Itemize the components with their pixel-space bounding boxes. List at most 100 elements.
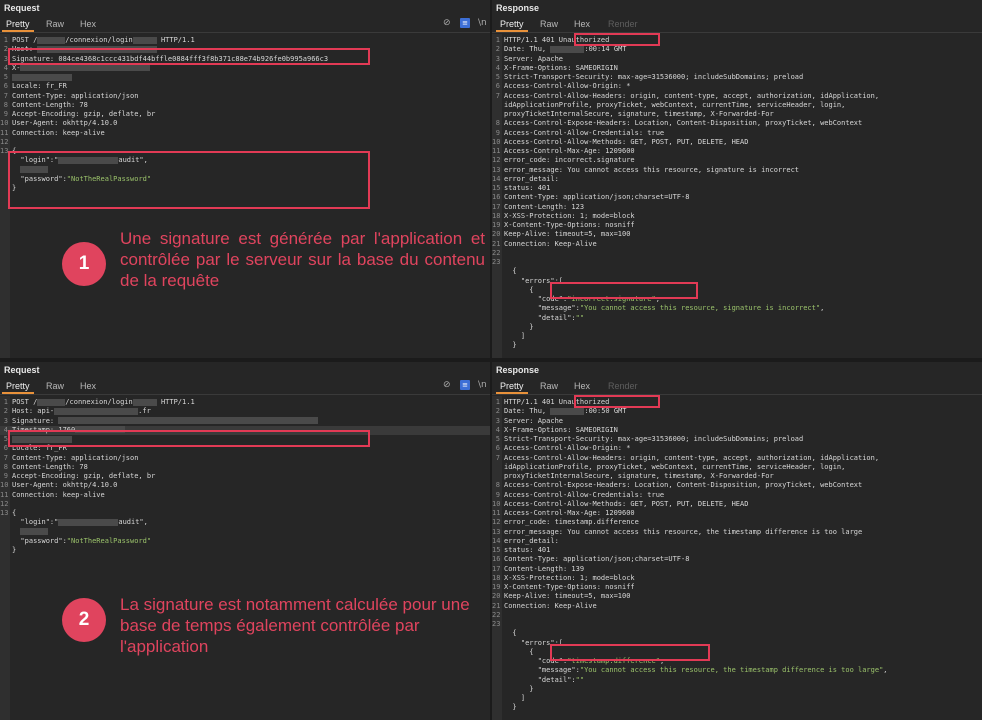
code-token: ] [504, 694, 526, 702]
code-token: Access-Control-Allow-Headers: origin, co… [504, 453, 880, 462]
line-text: Access-Control-Allow-Headers: origin, co… [504, 454, 879, 463]
line-number: 5 [495, 435, 500, 443]
code-token: "message": [504, 304, 580, 313]
panel-title: Response [496, 3, 540, 13]
line-number: 20 [492, 592, 501, 601]
tab-pretty[interactable]: Pretty [2, 19, 33, 32]
line-text: Access-Control-Allow-Methods: GET, POST,… [504, 138, 748, 147]
line-number: 9 [495, 490, 500, 499]
line-text: X-XSS-Protection: 1; mode=block [504, 212, 635, 221]
code-token: Strict-Transport-Security: max-age=31536… [504, 435, 804, 443]
hide-icon[interactable]: ⊘ [443, 380, 451, 390]
tab-raw[interactable]: Raw [540, 381, 558, 391]
code-token: HTTP/1.1 [156, 398, 195, 406]
redacted-block [12, 73, 72, 81]
line-number: 3 [495, 54, 500, 63]
string-token: "NotTheRealPassword" [66, 536, 152, 545]
response-editor[interactable]: 1 HTTP/1.1 401 Unauthorized 2 Date: Thu, :0… [492, 34, 982, 358]
code-token: Content-Length: 78 [12, 462, 88, 471]
code-token: Content-Length: 123 [504, 202, 585, 211]
line-text: Access-Control-Allow-Origin: * [504, 444, 630, 453]
line-text: { [504, 648, 533, 657]
line-number: 6 [3, 444, 8, 453]
line-number: 4 [495, 425, 500, 434]
line-number: 19 [492, 221, 501, 229]
line-text: status: 401 [504, 184, 550, 193]
line-number: 12 [0, 499, 9, 508]
tab-pretty[interactable]: Pretty [496, 19, 527, 32]
redacted-block [132, 398, 157, 406]
line-text: Strict-Transport-Security: max-age=31536… [504, 435, 803, 444]
line-number: 2 [3, 407, 8, 416]
code-token: Connection: keep-alive [12, 490, 105, 499]
newline-icon[interactable]: \n [478, 380, 487, 390]
line-text: Content-Type: application/json;charset=U… [504, 193, 689, 202]
line-number: 10 [0, 119, 9, 128]
code-token: Content-Type: application/json;charset=U… [504, 193, 690, 202]
format-icon[interactable]: ≡ [460, 380, 470, 390]
tab-pretty[interactable]: Pretty [496, 381, 527, 394]
code-token: Signature: [12, 416, 59, 425]
line-text: Access-Control-Allow-Headers: origin, co… [504, 92, 879, 101]
highlight-status [574, 395, 660, 408]
code-token: error_message: You cannot access this re… [504, 165, 800, 174]
code-token: Content-Type: application/json [12, 91, 139, 100]
code-token: Content-Length: 139 [504, 564, 585, 573]
code-token: X-Content-Type-Options: nosniff [504, 583, 635, 591]
tab-hex[interactable]: Hex [574, 19, 590, 29]
tab-raw[interactable]: Raw [46, 381, 64, 391]
response-editor[interactable]: 1 HTTP/1.1 401 Unauthorized 2 Date: Thu, :0… [492, 396, 982, 720]
line-number: 11 [0, 128, 9, 137]
tab-hex[interactable]: Hex [80, 381, 96, 391]
tab-raw[interactable]: Raw [540, 19, 558, 29]
bottom-request-panel: Request Pretty Raw Hex ⊘ ≡ \n 1 POST / /co… [0, 362, 490, 720]
format-icon[interactable]: ≡ [460, 18, 470, 28]
line-number: 13 [0, 509, 9, 517]
line-text: Content-Length: 78 [12, 463, 88, 472]
redacted-block [20, 528, 49, 535]
line-text: "login":" audit", [12, 518, 147, 527]
line-text: status: 401 [504, 546, 550, 555]
code-token: "message": [504, 666, 580, 675]
code-token: Access-Control-Max-Age: 1209600 [504, 147, 635, 155]
newline-icon[interactable]: \n [478, 18, 487, 28]
tab-render[interactable]: Render [608, 381, 638, 391]
line-number: 10 [492, 499, 501, 508]
line-text: X-Frame-Options: SAMEORIGIN [504, 426, 618, 435]
code-token: Access-Control-Allow-Origin: * [504, 82, 631, 91]
code-token: .fr [138, 407, 151, 416]
line-number: 18 [492, 211, 501, 220]
tab-raw[interactable]: Raw [46, 19, 64, 29]
line-text: X- [12, 64, 151, 73]
line-number: 5 [3, 73, 8, 81]
line-text: } [504, 703, 516, 712]
line-text: { [504, 267, 516, 276]
code-token: , [883, 666, 888, 675]
tab-hex[interactable]: Hex [80, 19, 96, 29]
line-number: 13 [492, 527, 501, 536]
code-token: "detail": [504, 675, 576, 684]
redacted-block [58, 518, 119, 526]
tab-hex[interactable]: Hex [574, 381, 590, 391]
hide-icon[interactable]: ⊘ [443, 18, 451, 28]
tab-pretty[interactable]: Pretty [2, 381, 33, 394]
code-token: User-Agent: okhttp/4.10.0 [12, 119, 118, 128]
line-text: idApplicationProfile, proxyTicket, webCo… [504, 463, 845, 472]
code-token: error_message: You cannot access this re… [504, 527, 863, 536]
line-number: 2 [495, 45, 500, 54]
line-text [12, 73, 72, 82]
line-number: 22 [492, 248, 501, 257]
line-text: Strict-Transport-Security: max-age=31536… [504, 73, 803, 82]
line-text: X-Content-Type-Options: nosniff [504, 221, 635, 230]
line-text: idApplicationProfile, proxyTicket, webCo… [504, 101, 845, 110]
redacted-block [37, 36, 66, 44]
line-number: 15 [492, 546, 501, 554]
line-text: POST / /connexion/login HTTP/1.1 [12, 398, 195, 407]
redacted-block [132, 36, 157, 44]
tab-render[interactable]: Render [608, 19, 638, 29]
line-text: Content-Type: application/json [12, 454, 138, 463]
line-text: User-Agent: okhttp/4.10.0 [12, 119, 117, 128]
code-token: Locale: fr_FR [12, 82, 67, 91]
line-text: X-XSS-Protection: 1; mode=block [504, 574, 635, 583]
line-number: 8 [3, 462, 8, 471]
